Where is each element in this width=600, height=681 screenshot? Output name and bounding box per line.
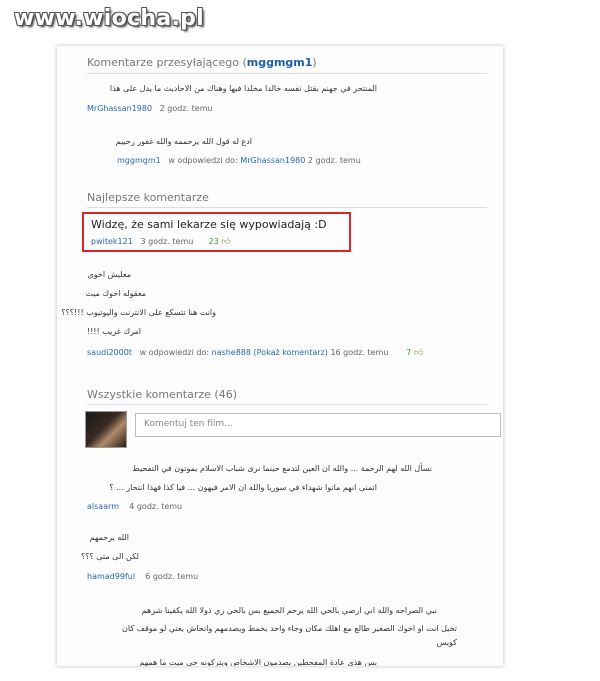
comment-line: نبي الصراحه والله اني ارضي بالحي الله ير… (141, 606, 437, 615)
best-comment-meta: pwitek121 3 godz. temu 23 👍︎ (91, 237, 231, 247)
thumbs-up-icon[interactable]: 👍︎ (414, 348, 423, 358)
reply-meta: mggmgm1 w odpowiedzi do: MrGhassan1980 2… (117, 156, 361, 165)
comments-panel: Komentarze przesyłającego (mggmgm1) المن… (57, 46, 503, 666)
comment-line: نسأل الله لهم الرحمة ... والله ان العين … (132, 464, 432, 473)
divider (87, 404, 487, 405)
comment-line: بس هذي عادة المفحطين يصدمون الاشخاص ويتر… (139, 658, 377, 666)
site-watermark: www.wiocha.pl (14, 6, 204, 31)
like-count: 7 (406, 348, 412, 357)
best-comments-heading: Najlepsze komentarze (87, 191, 209, 204)
divider (87, 207, 487, 208)
show-comment-link[interactable]: (Pokaż komentarz) (254, 348, 328, 357)
reply-to-link[interactable]: MrGhassan1980 (240, 156, 305, 165)
reply-line: معقوله اخوك ميت (85, 289, 146, 298)
comment-meta: hamad99ful 6 godz. temu (87, 572, 199, 581)
comment-time: 2 godz. temu (159, 104, 213, 113)
comment-line: تخيل انت او اخوك الصغير طالع مع اهلك مكا… (122, 624, 457, 633)
comment-author-link[interactable]: hamad99ful (87, 572, 135, 581)
reply-to-link[interactable]: nashe888 (212, 348, 251, 357)
comment-line: كويس (436, 638, 457, 647)
comment-meta: MrGhassan1980 2 godz. temu (87, 104, 213, 113)
uploader-username[interactable]: mggmgm1 (247, 56, 313, 69)
reply-time: 2 godz. temu (307, 156, 361, 165)
reply-line: معليش اخوي (87, 270, 131, 279)
uploader-comments-heading: Komentarze przesyłającego (mggmgm1) (87, 56, 317, 69)
thumbs-up-icon[interactable]: 👍︎ (221, 237, 230, 247)
best-reply-meta: saudi2000t w odpowiedzi do: nashe888 (Po… (87, 348, 424, 358)
comment-author-link[interactable]: MrGhassan1980 (87, 104, 152, 113)
comment-author-link[interactable]: alsaarm (87, 502, 119, 511)
reply-author-link[interactable]: saudi2000t (87, 348, 132, 357)
reply-line: امرك غريب !!!! (86, 327, 141, 336)
reply-author-link[interactable]: mggmgm1 (117, 156, 161, 165)
reply-text: ادع له قول الله يرحممه والله غفور رحييم (115, 137, 252, 146)
best-comment-author-link[interactable]: pwitek121 (91, 237, 133, 246)
user-avatar (85, 411, 127, 448)
comment-line: الله يرحمهم (89, 533, 129, 542)
best-comment-text: Widzę, że sami lekarze się wypowiadają :… (91, 218, 327, 231)
like-count: 23 (208, 237, 219, 246)
comment-input[interactable]: Komentuj ten film... (135, 413, 501, 437)
all-comments-heading: Wszystkie komentarze (46) (87, 388, 237, 401)
comment-line: لكن الى متى ؟؟؟ (80, 552, 139, 561)
divider (87, 73, 487, 74)
comment-meta: alsaarm 4 godz. temu (87, 502, 183, 511)
comment-line: اتمنى انهم ماتوا شهداء في سوريا والله ان… (109, 483, 377, 492)
reply-line: وانت هنا تتسكع على الانترنت واليوتيوب !!… (61, 308, 216, 317)
comment-text: المنتحر في جهنم بقتل نفسه خالدا مخلدا في… (109, 84, 377, 93)
